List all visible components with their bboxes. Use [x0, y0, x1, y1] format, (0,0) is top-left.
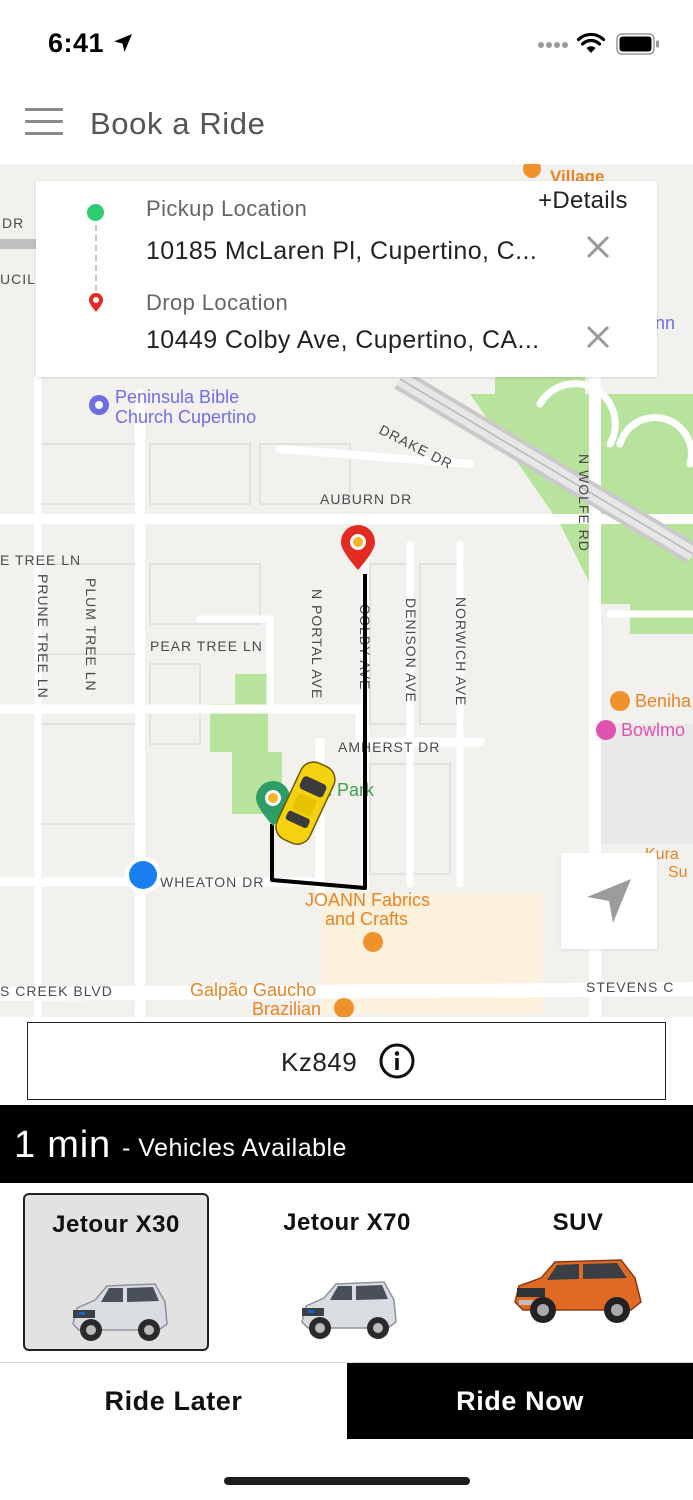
location-card: Pickup Location 10185 McLaren Pl, Cupert…: [36, 181, 657, 377]
map-label-galpao-1: Galpão Gaucho: [190, 980, 316, 1000]
eta-text: 1 min: [14, 1124, 111, 1166]
map-label-kura-2: Su: [668, 864, 688, 881]
map-label-nn: nn: [655, 313, 675, 333]
suv-car-icon: [72, 1283, 168, 1341]
ride-later-button[interactable]: Ride Later: [0, 1363, 347, 1439]
map-label-galpao-2: Brazilian: [252, 999, 321, 1017]
map-label-wolfe: N WOLFE RD: [576, 454, 592, 552]
map-label-beniha: Beniha: [635, 691, 692, 711]
clear-drop-icon[interactable]: [584, 323, 612, 351]
map-label-joann-2: and Crafts: [325, 909, 408, 929]
green-area: [630, 604, 693, 634]
battery-icon: [616, 33, 659, 55]
pickup-dot-icon: [87, 204, 104, 221]
commercial-zone: [600, 724, 693, 844]
map-label-bowlmo: Bowlmo: [621, 720, 685, 740]
ride-code-box: Kz849: [27, 1022, 666, 1100]
status-bar: 6:41: [0, 0, 693, 88]
map-label-dr: DR: [2, 215, 24, 231]
map-label-creek: S CREEK BLVD: [0, 983, 113, 999]
ride-now-button[interactable]: Ride Now: [347, 1363, 693, 1439]
recenter-location-button[interactable]: [561, 853, 657, 949]
map-label-church-2: Church Cupertino: [115, 407, 256, 427]
map-label-church-1: Peninsula Bible: [115, 387, 239, 407]
map-label-pear: PEAR TREE LN: [150, 638, 263, 654]
pickup-label: Pickup Location: [146, 196, 308, 221]
route-connector: [95, 225, 97, 291]
shopping-bag-icon: [363, 932, 383, 952]
vehicle-name: SUV: [552, 1209, 604, 1236]
suv-car-icon: [301, 1281, 397, 1339]
vehicle-option-suv[interactable]: SUV: [485, 1193, 671, 1351]
page-title: Book a Ride: [90, 106, 266, 141]
cellular-signal-icon: [538, 42, 568, 48]
user-location-dot: [129, 861, 157, 889]
map-label-norwich: NORWICH AVE: [453, 597, 469, 706]
map-label-prune: PRUNE TREE LN: [35, 574, 51, 699]
poi-village-icon: [523, 164, 541, 178]
map-label-portal: N PORTAL AVE: [309, 589, 325, 699]
status-time: 6:41: [48, 28, 105, 58]
navigation-arrow-icon: [587, 879, 631, 923]
restaurant-icon: [610, 691, 630, 711]
church-pin-center: [95, 401, 103, 409]
pickup-location-field[interactable]: 10185 McLaren Pl, Cupertino, C...: [146, 237, 537, 266]
map-label-amherst: AMHERST DR: [338, 739, 440, 755]
vehicle-option-jetour-x30[interactable]: Jetour X30: [23, 1193, 209, 1351]
drop-pin-icon: [89, 293, 103, 312]
availability-bar: 1 min - Vehicles Available: [0, 1105, 693, 1183]
map-label-drake: DRAKE DR: [377, 421, 456, 472]
map-label-wheaton: WHEATON DR: [160, 874, 264, 890]
map-label-stevens: STEVENS C: [586, 979, 674, 995]
map-label-plum: PLUM TREE LN: [83, 578, 99, 692]
bowling-icon: [596, 720, 616, 740]
details-link[interactable]: +Details: [538, 187, 628, 215]
map-label-tree-ln: E TREE LN: [0, 552, 81, 568]
location-arrow-icon: [114, 34, 132, 52]
drop-location-field[interactable]: 10449 Colby Ave, Cupertino, CA...: [146, 326, 540, 355]
vehicle-option-jetour-x70[interactable]: Jetour X70: [254, 1193, 440, 1351]
vehicle-name: Jetour X70: [283, 1209, 411, 1236]
availability-text: - Vehicles Available: [122, 1134, 347, 1162]
orange-suv-icon: [514, 1259, 642, 1323]
vehicle-name: Jetour X30: [52, 1211, 180, 1238]
clear-pickup-icon[interactable]: [584, 233, 612, 261]
app-header: Book a Ride: [0, 88, 693, 164]
ride-code: Kz849: [281, 1047, 358, 1077]
map-label-ucil: UCIL: [0, 271, 36, 287]
wifi-icon: [576, 32, 606, 53]
info-circle-icon[interactable]: [379, 1043, 415, 1079]
map-label-auburn: AUBURN DR: [320, 491, 412, 507]
hamburger-menu-icon[interactable]: [25, 108, 63, 138]
home-indicator: [224, 1477, 470, 1485]
map-label-denison: DENISON AVE: [403, 598, 419, 703]
drop-label: Drop Location: [146, 290, 289, 315]
map-label-joann-1: JOANN Fabrics: [305, 890, 430, 910]
